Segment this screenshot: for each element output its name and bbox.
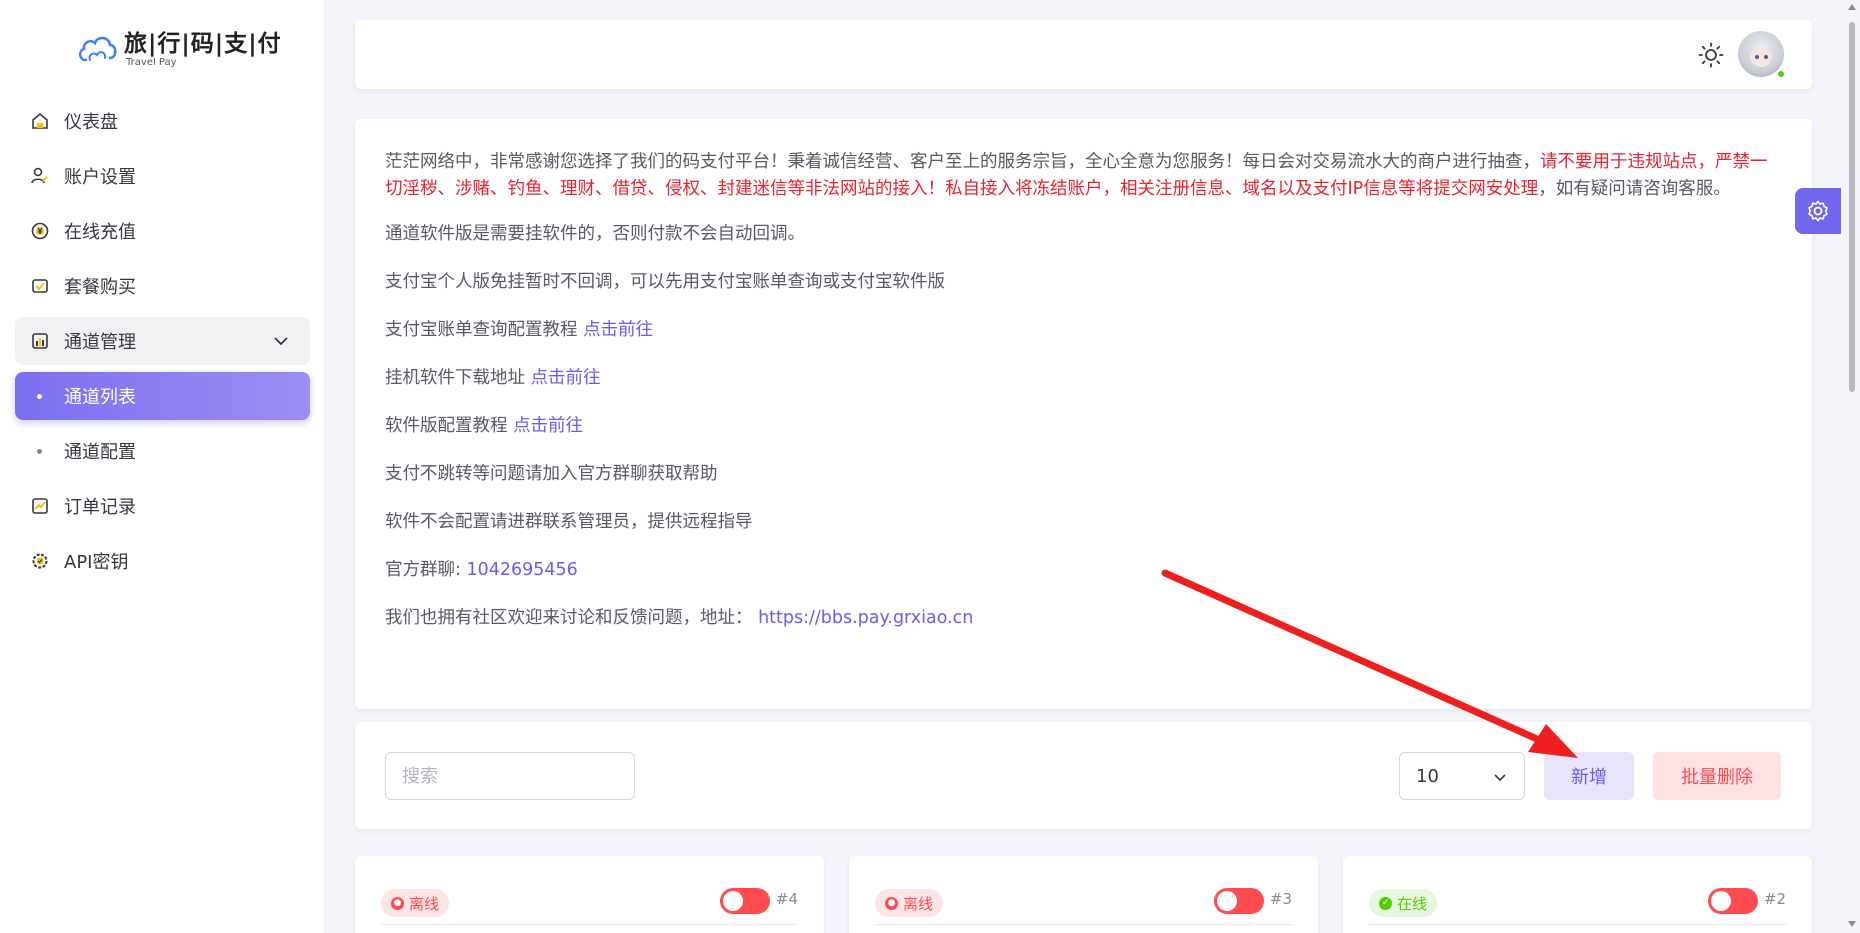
- status-dot-icon: ●: [391, 896, 404, 910]
- page-size-value: 10: [1416, 765, 1439, 787]
- channel-card: ✓ 在线 #2: [1343, 856, 1812, 933]
- gear-check-icon: [30, 551, 50, 571]
- status-label: 离线: [903, 894, 934, 913]
- wallet-icon: [30, 276, 50, 296]
- scroll-down-arrow-icon[interactable]: [1848, 921, 1856, 927]
- home-icon: [30, 111, 50, 131]
- notice-card: 茫茫网络中，非常感谢您选择了我们的码支付平台！秉着诚信经营、客户至上的服务宗旨，…: [355, 119, 1812, 709]
- sidebar-item-orders[interactable]: 订单记录: [15, 482, 310, 530]
- add-button[interactable]: 新增: [1544, 752, 1634, 800]
- channel-toggle[interactable]: [720, 888, 770, 914]
- notice-remote-guide: 软件不会配置请进群联系管理员，提供远程指导: [385, 512, 753, 532]
- status-label: 在线: [1397, 894, 1428, 913]
- sidebar-item-recharge[interactable]: 在线充值: [15, 207, 310, 255]
- batch-delete-button[interactable]: 批量删除: [1653, 752, 1781, 800]
- notice-software-required: 通道软件版是需要挂软件的，否则付款不会自动回调。: [385, 224, 805, 244]
- bullet-dot-icon: [37, 448, 42, 454]
- notice-alipay-personal: 支付宝个人版免挂暂时不回调，可以先用支付宝账单查询或支付宝软件版: [385, 272, 945, 292]
- sidebar-item-label: 套餐购买: [64, 277, 136, 298]
- channel-card: ● 离线 #4: [355, 856, 824, 933]
- notice-forum-text: 我们也拥有社区欢迎来讨论和反馈问题，地址：: [385, 608, 759, 628]
- status-badge: ✓ 在线: [1369, 889, 1438, 917]
- sidebar-item-label: 账户设置: [64, 167, 136, 188]
- sidebar-item-label: 订单记录: [64, 497, 136, 518]
- sidebar-item-label: 仪表盘: [64, 112, 118, 133]
- sidebar-item-channel-management[interactable]: 通道管理: [15, 317, 310, 365]
- status-label: 离线: [409, 894, 440, 913]
- check-circle-icon: ✓: [1379, 896, 1392, 910]
- trend-chart-icon: [30, 496, 50, 516]
- bar-chart-icon: [30, 331, 50, 351]
- page-scrollbar[interactable]: [1844, 0, 1860, 933]
- alipay-tutorial-link[interactable]: 点击前往: [583, 320, 653, 340]
- chevron-down-icon: [274, 337, 288, 346]
- status-badge: ● 离线: [381, 889, 450, 917]
- sidebar-item-dashboard[interactable]: 仪表盘: [15, 97, 310, 145]
- brand-subtitle: Travel Pay: [126, 56, 177, 68]
- avatar-eye: [1755, 55, 1759, 59]
- sidebar-item-package-purchase[interactable]: 套餐购买: [15, 262, 310, 310]
- notice-alipay-tutorial: 支付宝账单查询配置教程 点击前往: [385, 317, 1782, 344]
- notice-download: 挂机软件下载地址 点击前往: [385, 365, 1782, 392]
- notice-official-group: 官方群聊: 1042695456: [385, 557, 1782, 584]
- divider: [1369, 924, 1786, 925]
- status-badge: ● 离线: [875, 889, 944, 917]
- avatar-eye: [1764, 55, 1768, 59]
- avatar-face: [1750, 47, 1772, 67]
- sidebar-item-channel-list[interactable]: 通道列表: [15, 372, 310, 420]
- notice-help: 支付不跳转等问题请加入官方群聊获取帮助: [385, 464, 718, 484]
- notice-forum: 我们也拥有社区欢迎来讨论和反馈问题，地址： https://bbs.pay.gr…: [385, 605, 1782, 632]
- channel-card: ● 离线 #3: [849, 856, 1318, 933]
- sidebar-item-channel-config[interactable]: 通道配置: [15, 427, 310, 475]
- notice-download-text: 挂机软件下载地址: [385, 368, 531, 388]
- sidebar: 旅|行|码|支|付 Travel Pay 仪表盘 账户设置 在线充值 套餐购买 …: [0, 0, 325, 933]
- divider: [875, 924, 1292, 925]
- gear-icon: [1808, 200, 1828, 222]
- user-edit-icon: [30, 166, 50, 186]
- notice-software-tutorial-text: 软件版配置教程: [385, 416, 514, 436]
- search-input[interactable]: [385, 752, 635, 800]
- sidebar-item-label: 通道列表: [64, 387, 136, 408]
- channel-toggle[interactable]: [1214, 888, 1264, 914]
- sidebar-item-label: 通道管理: [64, 332, 136, 353]
- sidebar-item-api-key[interactable]: API密钥: [15, 537, 310, 585]
- channel-toolbar: 10 新增 批量删除: [355, 722, 1812, 829]
- notice-group-text: 官方群聊:: [385, 560, 467, 580]
- sidebar-item-label: 在线充值: [64, 222, 136, 243]
- status-dot-icon: ●: [885, 896, 898, 910]
- chevron-down-icon: [1494, 774, 1506, 782]
- brand-title: 旅|行|码|支|付: [124, 30, 282, 57]
- sidebar-nav: 仪表盘 账户设置 在线充值 套餐购买 通道管理 通道列表 通道配置 订单记录 A…: [15, 97, 310, 592]
- notice-intro: 茫茫网络中，非常感谢您选择了我们的码支付平台！秉着诚信经营、客户至上的服务宗旨，…: [385, 149, 1782, 203]
- bullet-dot-icon: [37, 393, 42, 399]
- channel-id: #4: [775, 890, 798, 908]
- official-group-link[interactable]: 1042695456: [466, 560, 577, 580]
- channel-toggle[interactable]: [1708, 888, 1758, 914]
- cloud-icon: [78, 36, 117, 62]
- channel-id: #2: [1763, 890, 1786, 908]
- page-size-select[interactable]: 10: [1399, 752, 1525, 800]
- divider: [381, 924, 798, 925]
- software-tutorial-link[interactable]: 点击前往: [513, 416, 583, 436]
- scroll-thumb[interactable]: [1849, 22, 1855, 392]
- online-status-dot: [1776, 69, 1786, 79]
- notice-alipay-tutorial-text: 支付宝账单查询配置教程: [385, 320, 584, 340]
- sidebar-item-label: API密钥: [64, 552, 129, 573]
- notice-intro-text: 茫茫网络中，非常感谢您选择了我们的码支付平台！秉着诚信经营、客户至上的服务宗旨，…: [385, 152, 1540, 172]
- yen-coin-icon: [30, 221, 50, 241]
- software-download-link[interactable]: 点击前往: [531, 368, 601, 388]
- notice-intro-tail: ，如有疑问请咨询客服。: [1538, 179, 1731, 199]
- scroll-up-arrow-icon[interactable]: [1848, 4, 1856, 10]
- channel-id: #3: [1269, 890, 1292, 908]
- forum-link[interactable]: https://bbs.pay.grxiao.cn: [758, 608, 973, 628]
- theme-settings-button[interactable]: [1795, 188, 1841, 234]
- notice-software-tutorial: 软件版配置教程 点击前往: [385, 413, 1782, 440]
- sidebar-item-account-settings[interactable]: 账户设置: [15, 152, 310, 200]
- top-navbar: [355, 20, 1812, 89]
- sidebar-item-label: 通道配置: [64, 442, 136, 463]
- sun-theme-toggle-icon[interactable]: [1698, 42, 1724, 68]
- brand-logo[interactable]: 旅|行|码|支|付 Travel Pay: [76, 24, 282, 74]
